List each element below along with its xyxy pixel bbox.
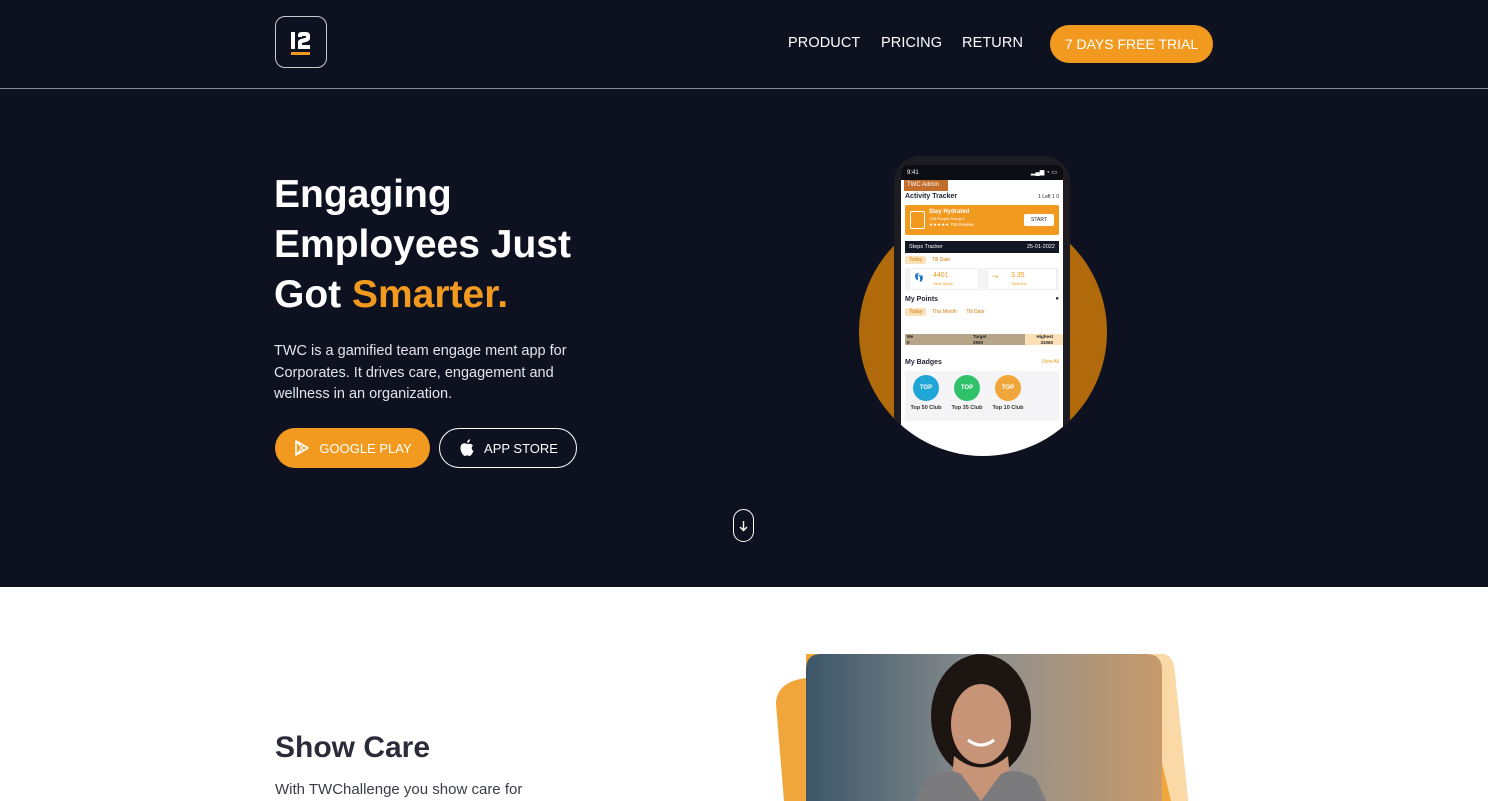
total-steps-box: 👣 4401 Total Steps [909,268,979,290]
total-km-label: Total KM [1011,281,1027,286]
activity-counters: 1 Left 1 0 [1038,193,1059,200]
target-value: 2900 [973,340,984,345]
arrow-down-icon [739,520,748,531]
play-store-icon [295,440,310,456]
card-reviews: ★★★★★ 745 Review [929,222,974,227]
app-store-button[interactable]: APP STORE [439,428,577,468]
headline-line-1: Engaging [274,173,452,216]
highest-label: Highest [1036,334,1053,339]
points-tab-month[interactable]: This Month [928,308,961,316]
logo-mark-icon [291,32,310,55]
card-title: Stay Hydrated [929,209,970,215]
badge-label: Top 10 Club [992,405,1024,411]
phone-mockup: 9:41 ▂▄▆ ◔ ▭ TWC Admin Activity Tracker … [894,156,1070,456]
headline-line-2: Employees Just [274,223,571,266]
apple-icon [460,439,474,456]
logo[interactable] [275,16,327,68]
phone-mockup-wrap: 9:41 ▂▄▆ ◔ ▭ TWC Admin Activity Tracker … [859,150,1107,456]
steps-stats: 👣 4401 Total Steps ⤳ 3.35 Total KM [905,268,1059,290]
steps-date: 25-01-2022 [1026,244,1055,250]
points-header: My Points ● [905,296,1059,303]
badge-top-35[interactable]: TOP [954,375,980,401]
badges-row: TOP TOP TOP Top 50 Club Top 35 Club Top … [905,371,1059,421]
hero-section: PRODUCT PRICING RETURN 7 DAYS FREE TRIAL… [0,0,1488,587]
me-label: Me [907,334,914,339]
phone-screen: 9:41 ▂▄▆ ◔ ▭ TWC Admin Activity Tracker … [901,165,1063,456]
badge-top-10[interactable]: TOP [995,375,1021,401]
google-play-label: GOOGLE PLAY [319,440,412,456]
total-km-box: ⤳ 3.35 Total KM [987,268,1057,290]
steps-title: Steps Tracker [909,244,943,250]
free-trial-button[interactable]: 7 DAYS FREE TRIAL [1050,25,1213,63]
highest-value: 31060 [1040,340,1053,345]
hero-description: TWC is a gamified team engage ment app f… [274,343,567,402]
badge-top-50[interactable]: TOP [913,375,939,401]
nav-pricing-link[interactable]: PRICING [881,35,942,51]
signal-icon: ▂▄▆ ◔ ▭ [1030,170,1057,176]
woman-photo [776,654,1188,801]
section-title: Show Care [275,731,431,764]
total-steps-label: Total Steps [933,281,953,286]
badges-header: My Badges View All [905,359,1059,366]
steps-header: Steps Tracker 25-01-2022 [905,241,1059,253]
app-store-label: APP STORE [484,440,558,456]
headline-accent: Smarter. [351,273,509,316]
route-icon: ⤳ [992,272,999,281]
nav-product-link[interactable]: PRODUCT [788,35,860,51]
info-icon[interactable]: ● [1055,296,1059,303]
points-tab-today[interactable]: Today [905,308,927,316]
activity-title: Activity Tracker [905,193,958,200]
points-legend: Me 0 Target 2900 Highest 31060 [905,334,1059,348]
total-km-value: 3.35 [1011,272,1025,279]
start-button[interactable]: START [1024,214,1054,226]
tab-till-date[interactable]: Till Date [928,256,954,264]
scroll-down-button[interactable] [733,509,754,542]
total-steps-value: 4401 [933,272,949,279]
section-text: With TWChallenge you show care for [275,781,523,798]
badges-title: My Badges [905,359,942,366]
me-value: 0 [907,340,910,345]
hero-headline: Engaging Employees Just Got Smarter. [274,170,571,320]
photo-illustration [776,654,1188,801]
tab-today[interactable]: Today [905,256,927,264]
phone-status-bar: 9:41 ▂▄▆ ◔ ▭ [901,165,1063,180]
steps-tabs: Today Till Date [905,256,1059,264]
admin-tag: TWC Admin [904,180,948,191]
nav-return-link[interactable]: RETURN [962,35,1023,51]
card-subtitle: 138 People Doing it [929,216,964,221]
google-play-button[interactable]: GOOGLE PLAY [275,428,430,468]
points-tabs: Today This Month Till Date [905,308,1059,316]
phone-time: 9:41 [907,169,919,176]
top-nav: PRODUCT PRICING RETURN 7 DAYS FREE TRIAL [0,0,1488,89]
headline-line-3: Got [274,273,352,316]
view-all-link[interactable]: View All [1042,359,1059,366]
target-label: Target [973,334,987,339]
stay-hydrated-card[interactable]: Stay Hydrated 138 People Doing it ★★★★★ … [905,205,1059,235]
water-bottle-icon [910,211,925,229]
points-title: My Points [905,296,939,303]
footsteps-icon: 👣 [914,273,924,282]
points-tab-till[interactable]: Till Date [962,308,988,316]
activity-header: Activity Tracker 1 Left 1 0 [905,193,1059,200]
